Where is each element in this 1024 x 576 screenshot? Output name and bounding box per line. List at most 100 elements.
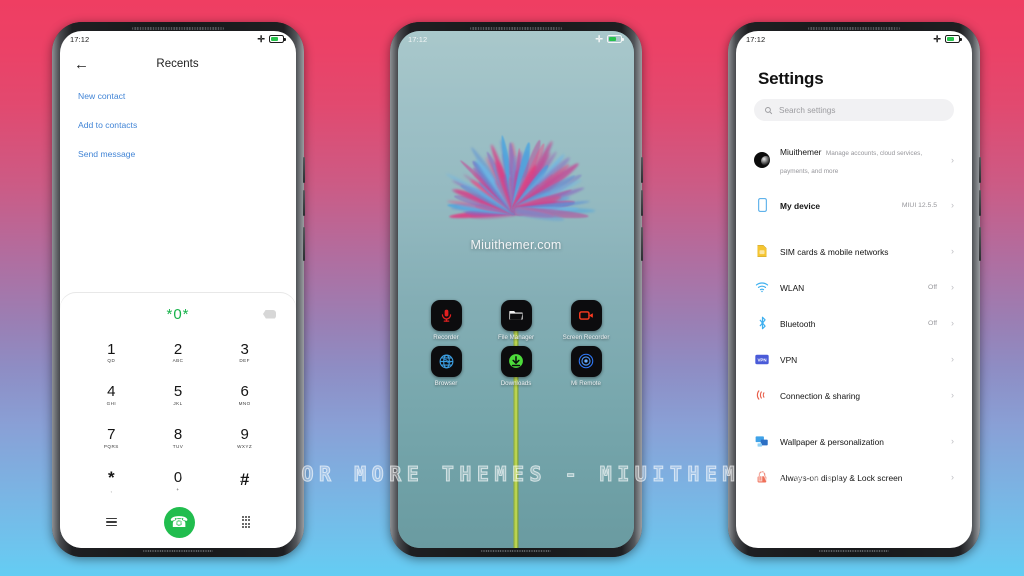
- settings-group-divider: [736, 223, 972, 233]
- svg-text:VPN: VPN: [757, 357, 766, 362]
- battery-icon: [269, 35, 284, 43]
- key-letters: MNO: [239, 401, 251, 406]
- volume-up-button[interactable]: [303, 157, 305, 183]
- search-placeholder: Search settings: [779, 106, 835, 115]
- volume-down-button[interactable]: [641, 190, 643, 216]
- link-new-contact[interactable]: New contact: [78, 91, 278, 101]
- chevron-right-icon: ›: [951, 391, 954, 400]
- dial-key-star[interactable]: * ,: [78, 459, 145, 502]
- menu-icon[interactable]: [106, 518, 117, 526]
- key-letters: TUV: [173, 444, 184, 449]
- wifi-icon: [754, 279, 770, 295]
- sim-card-icon: [754, 243, 770, 259]
- settings-row-wlan[interactable]: WLAN Off ›: [736, 269, 972, 305]
- key-letters: WXYZ: [237, 444, 252, 449]
- settings-value: Off: [928, 320, 937, 327]
- settings-label: My device: [780, 201, 820, 211]
- dial-key-5[interactable]: 5 JKL: [145, 374, 212, 417]
- dial-key-8[interactable]: 8 TUV: [145, 417, 212, 460]
- earpiece-grille: [132, 27, 224, 30]
- settings-value: Off: [928, 284, 937, 291]
- phone2-screen: 17:12 ✛ Miuithemer.com Recorder File Man…: [398, 31, 634, 548]
- volume-down-button[interactable]: [979, 190, 981, 216]
- dial-key-hash[interactable]: #: [211, 459, 278, 502]
- settings-row-account[interactable]: Miuithemer Manage accounts, cloud servic…: [736, 133, 972, 187]
- settings-label: Connection & sharing: [780, 391, 860, 401]
- link-send-message[interactable]: Send message: [78, 149, 278, 159]
- status-time: 17:12: [408, 35, 427, 44]
- phone-call-icon[interactable]: ☎: [164, 507, 195, 538]
- app-label: Browser: [435, 380, 458, 388]
- settings-row-always-on-display[interactable]: Always-on display & Lock screen ›: [736, 459, 972, 495]
- key-digit: 2: [174, 342, 182, 358]
- device-icon: [754, 197, 770, 213]
- app-label: Screen Recorder: [563, 334, 610, 342]
- app-recorder[interactable]: Recorder: [420, 300, 472, 342]
- settings-row-vpn[interactable]: VPN VPN ›: [736, 341, 972, 377]
- power-button[interactable]: [303, 227, 305, 261]
- chevron-right-icon: ›: [951, 355, 954, 364]
- backspace-icon[interactable]: [263, 310, 276, 319]
- app-file-manager[interactable]: File Manager: [490, 300, 542, 342]
- bottom-speaker-grille: [819, 550, 889, 552]
- app-downloads[interactable]: Downloads: [490, 346, 542, 388]
- remote-circle-icon: [571, 346, 602, 377]
- download-icon: [501, 346, 532, 377]
- chevron-right-icon: ›: [951, 437, 954, 446]
- app-row-1: Recorder File Manager Screen Recorder: [420, 300, 612, 342]
- power-button[interactable]: [641, 227, 643, 261]
- back-arrow-icon[interactable]: ←: [74, 57, 89, 72]
- settings-row-connection-sharing[interactable]: Connection & sharing ›: [736, 377, 972, 413]
- key-digit: 6: [240, 384, 248, 400]
- chevron-right-icon: ›: [951, 247, 954, 256]
- dialpad-keys: 1 QD 2 ABC 3 DEF 4 GHI 5 JKL 6 MNO 7 PQR…: [60, 327, 296, 502]
- wallpaper: [398, 31, 634, 548]
- dial-key-7[interactable]: 7 PQRS: [78, 417, 145, 460]
- search-input[interactable]: Search settings: [754, 99, 954, 121]
- plus-icon: ✛: [595, 35, 603, 44]
- app-label: File Manager: [498, 334, 534, 342]
- dial-key-2[interactable]: 2 ABC: [145, 331, 212, 374]
- settings-value: MIUI 12.5.5: [902, 202, 937, 209]
- settings-label: Bluetooth: [780, 319, 815, 329]
- key-letters: DEF: [239, 358, 250, 363]
- phone-dialer: 17:12 ✛ ← Recents New contact Add to con…: [52, 22, 304, 557]
- settings-label: Always-on display & Lock screen: [780, 473, 902, 483]
- dial-key-9[interactable]: 9 WXYZ: [211, 417, 278, 460]
- dial-key-0[interactable]: 0 +: [145, 459, 212, 502]
- app-mi-remote[interactable]: Mi Remote: [560, 346, 612, 388]
- settings-row-my-device[interactable]: My device MIUI 12.5.5 ›: [736, 187, 972, 223]
- phone3-status-bar: 17:12 ✛: [736, 31, 972, 47]
- page-title: Settings: [736, 47, 972, 99]
- settings-row-wallpaper[interactable]: Wallpaper & personalization ›: [736, 423, 972, 459]
- dialed-number: *0*: [166, 306, 189, 323]
- volume-down-button[interactable]: [303, 190, 305, 216]
- volume-up-button[interactable]: [641, 157, 643, 183]
- settings-row-sim-cards[interactable]: SIM cards & mobile networks ›: [736, 233, 972, 269]
- dial-key-1[interactable]: 1 QD: [78, 331, 145, 374]
- search-icon: [764, 106, 773, 115]
- chevron-right-icon: ›: [951, 319, 954, 328]
- keypad-icon[interactable]: [242, 516, 251, 528]
- page-title: Recents: [89, 58, 266, 70]
- vpn-icon: VPN: [754, 351, 770, 367]
- app-browser[interactable]: Browser: [420, 346, 472, 388]
- settings-row-bluetooth[interactable]: Bluetooth Off ›: [736, 305, 972, 341]
- key-letters: PQRS: [104, 444, 119, 449]
- key-digit: 9: [240, 427, 248, 443]
- link-add-to-contacts[interactable]: Add to contacts: [78, 120, 278, 130]
- status-time: 17:12: [70, 35, 89, 44]
- key-letters: QD: [107, 358, 115, 363]
- key-digit: #: [240, 471, 249, 489]
- dial-key-3[interactable]: 3 DEF: [211, 331, 278, 374]
- wallpaper-icon: [754, 433, 770, 449]
- power-button[interactable]: [979, 227, 981, 261]
- volume-up-button[interactable]: [979, 157, 981, 183]
- chevron-right-icon: ›: [951, 156, 954, 165]
- app-screen-recorder[interactable]: Screen Recorder: [560, 300, 612, 342]
- dial-key-4[interactable]: 4 GHI: [78, 374, 145, 417]
- phone-settings: 17:12 ✛ Settings Search settings Miuithe…: [728, 22, 980, 557]
- dial-key-6[interactable]: 6 MNO: [211, 374, 278, 417]
- lock-icon: [754, 469, 770, 485]
- plus-icon: ✛: [257, 35, 265, 44]
